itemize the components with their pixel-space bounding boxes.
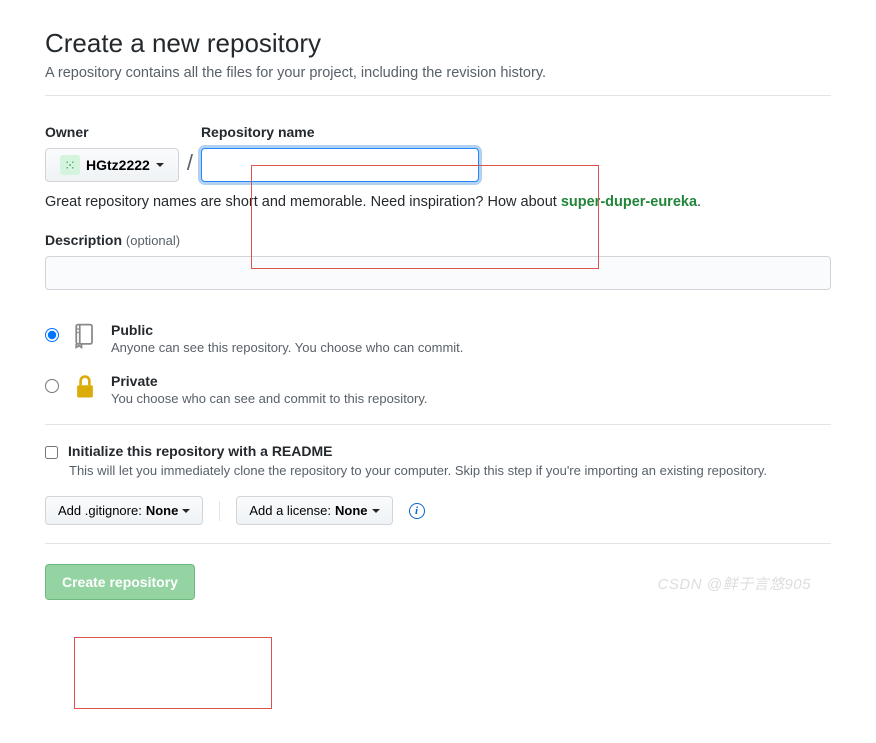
page-subtitle: A repository contains all the files for … bbox=[45, 65, 831, 81]
private-title: Private bbox=[111, 373, 428, 389]
readme-title: Initialize this repository with a README bbox=[68, 443, 332, 459]
chevron-down-icon bbox=[372, 509, 380, 513]
public-desc: Anyone can see this repository. You choo… bbox=[111, 340, 463, 355]
repo-name-input[interactable] bbox=[201, 148, 479, 182]
divider bbox=[45, 424, 831, 425]
public-title: Public bbox=[111, 322, 463, 338]
license-dropdown[interactable]: Add a license: None bbox=[236, 496, 392, 525]
owner-label: Owner bbox=[45, 124, 179, 140]
public-radio[interactable] bbox=[45, 328, 59, 342]
chevron-down-icon bbox=[156, 163, 164, 167]
create-repository-button[interactable]: Create repository bbox=[45, 564, 195, 600]
page-title: Create a new repository bbox=[45, 28, 831, 59]
path-separator: / bbox=[187, 150, 193, 182]
divider bbox=[45, 543, 831, 544]
owner-username: HGtz2222 bbox=[86, 157, 150, 173]
private-desc: You choose who can see and commit to thi… bbox=[111, 391, 428, 406]
readme-checkbox[interactable] bbox=[45, 446, 58, 459]
separator bbox=[219, 501, 220, 521]
lock-icon bbox=[71, 373, 99, 401]
private-radio[interactable] bbox=[45, 379, 59, 393]
gitignore-dropdown[interactable]: Add .gitignore: None bbox=[45, 496, 203, 525]
name-hint: Great repository names are short and mem… bbox=[45, 194, 831, 210]
watermark: CSDN @鲜于言悠905 bbox=[658, 573, 811, 594]
annotation-box bbox=[74, 637, 272, 709]
readme-desc: This will let you immediately clone the … bbox=[69, 463, 831, 478]
chevron-down-icon bbox=[182, 509, 190, 513]
divider bbox=[45, 95, 831, 96]
repo-public-icon bbox=[71, 322, 99, 350]
description-label: Description (optional) bbox=[45, 232, 180, 248]
name-suggestion-link[interactable]: super-duper-eureka bbox=[561, 194, 697, 210]
optional-tag: (optional) bbox=[126, 233, 180, 248]
avatar bbox=[60, 155, 80, 175]
repo-name-label: Repository name bbox=[201, 124, 479, 140]
description-input[interactable] bbox=[45, 256, 831, 290]
info-icon[interactable]: i bbox=[409, 503, 425, 519]
owner-select-button[interactable]: HGtz2222 bbox=[45, 148, 179, 182]
